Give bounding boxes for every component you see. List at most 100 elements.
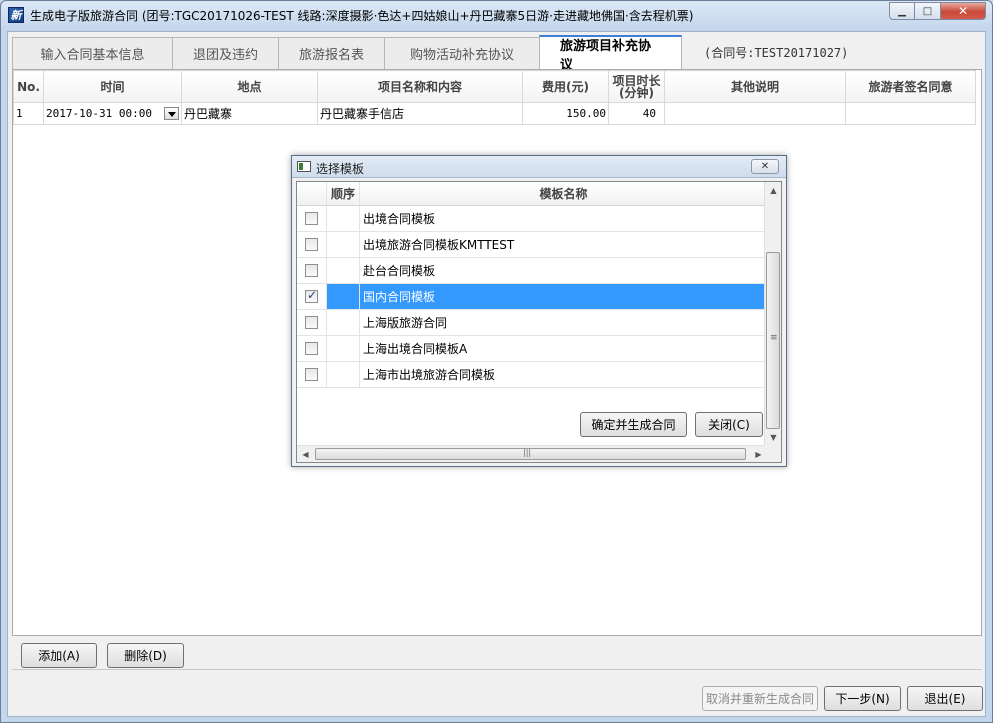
- vertical-scrollbar[interactable]: ▲ ▼: [764, 182, 781, 446]
- table-row[interactable]: 1 2017-10-31 00:00 丹巴藏寨 丹巴藏寨手信店 150.00 4…: [13, 102, 976, 125]
- list-item[interactable]: 上海出境合同模板A: [297, 336, 767, 362]
- dialog-close-btn[interactable]: 关闭(C): [695, 412, 763, 437]
- col-check[interactable]: [297, 182, 327, 205]
- check-cell[interactable]: [297, 284, 327, 309]
- template-name: 国内合同模板: [360, 284, 767, 309]
- cell-sign[interactable]: [844, 102, 976, 125]
- horizontal-scrollbar[interactable]: ◀ ▶: [297, 445, 767, 462]
- cell-time[interactable]: 2017-10-31 00:00: [43, 102, 182, 125]
- checkbox[interactable]: [305, 212, 318, 225]
- contract-number: (合同号:TEST20171027): [704, 46, 849, 60]
- minimize-button[interactable]: ▁: [889, 2, 915, 20]
- tab-basic-info[interactable]: 输入合同基本信息: [12, 37, 172, 70]
- order-cell: [327, 206, 360, 231]
- cell-notes[interactable]: [663, 102, 846, 125]
- col-time[interactable]: 时间: [43, 70, 182, 103]
- order-cell: [327, 310, 360, 335]
- divider: [12, 669, 982, 670]
- order-cell: [327, 258, 360, 283]
- time-value: 2017-10-31 00:00: [46, 106, 152, 120]
- tab-label: 退团及违约: [193, 48, 259, 63]
- next-button[interactable]: 下一步(N): [824, 686, 901, 711]
- scroll-corner: [764, 445, 781, 462]
- confirm-generate-button[interactable]: 确定并生成合同: [580, 412, 687, 437]
- template-header-row: 顺序 模板名称: [297, 182, 767, 206]
- dialog-window-icon: [297, 161, 311, 172]
- tab-registration[interactable]: 旅游报名表: [278, 37, 384, 70]
- list-item[interactable]: 国内合同模板: [297, 284, 767, 310]
- scroll-down-icon[interactable]: ▼: [765, 429, 782, 446]
- template-name: 赴台合同模板: [363, 264, 436, 278]
- list-item[interactable]: 出境合同模板: [297, 206, 767, 232]
- order-cell: [327, 284, 360, 309]
- check-cell[interactable]: [297, 232, 327, 257]
- close-icon: ✕: [957, 4, 969, 18]
- template-table: 顺序 模板名称 出境合同模板出境旅游合同模板KMTTEST 赴台合同模板国内合同模…: [297, 182, 767, 388]
- maximize-button[interactable]: □: [915, 2, 941, 20]
- tab-tour-item-agreement[interactable]: 旅游项目补充协议: [539, 35, 682, 73]
- maximize-icon: □: [922, 5, 933, 17]
- col-notes[interactable]: 其他说明: [663, 70, 846, 103]
- check-cell[interactable]: [297, 336, 327, 361]
- checkbox[interactable]: [305, 264, 318, 277]
- col-item[interactable]: 项目名称和内容: [316, 70, 523, 103]
- tab-shopping-agreement[interactable]: 购物活动补充协议: [384, 37, 539, 70]
- dialog-title: 选择模板: [316, 162, 365, 176]
- checkbox[interactable]: [305, 288, 318, 303]
- cell-no[interactable]: 1: [13, 102, 44, 125]
- template-name: 上海出境合同模板A: [363, 342, 468, 356]
- cancel-regenerate-button[interactable]: 取消并重新生成合同: [702, 686, 818, 711]
- template-name: 上海市出境旅游合同模板: [363, 368, 496, 382]
- dialog-title-bar[interactable]: 选择模板 ✕: [292, 156, 786, 178]
- cell-item[interactable]: 丹巴藏寨手信店: [316, 102, 523, 125]
- app-icon: 新: [8, 7, 24, 23]
- cell-place[interactable]: 丹巴藏寨: [180, 102, 318, 125]
- col-sign[interactable]: 旅游者签名同意: [844, 70, 976, 103]
- check-cell[interactable]: [297, 258, 327, 283]
- delete-button[interactable]: 删除(D): [107, 643, 184, 668]
- close-icon: ✕: [760, 161, 770, 172]
- col-duration[interactable]: 项目时长(分钟): [607, 70, 665, 103]
- scroll-thumb[interactable]: [766, 252, 780, 429]
- col-place[interactable]: 地点: [180, 70, 318, 103]
- col-no[interactable]: No.: [13, 70, 44, 103]
- tab-label: 输入合同基本信息: [40, 48, 145, 63]
- check-cell[interactable]: [297, 310, 327, 335]
- select-template-dialog: 选择模板 ✕ 顺序 模板名称 出境合同模板出境旅游合同模板KMTTEST 赴台合同…: [291, 155, 787, 467]
- tour-items-grid: No. 时间 地点 项目名称和内容 费用(元) 项目时长(分钟) 其他说明 旅游…: [13, 70, 976, 125]
- cell-fee[interactable]: 150.00: [521, 102, 609, 125]
- template-name: 出境合同模板: [363, 212, 436, 226]
- order-cell: [327, 362, 360, 387]
- window-title: 生成电子版旅游合同 (团号:TGC20171026-TEST 线路:深度摄影·色…: [30, 9, 694, 23]
- cell-duration[interactable]: 40: [607, 102, 665, 125]
- title-bar[interactable]: 新 生成电子版旅游合同 (团号:TGC20171026-TEST 线路:深度摄影…: [1, 1, 992, 29]
- close-button[interactable]: ✕: [941, 2, 986, 20]
- checkbox[interactable]: [305, 342, 318, 355]
- tab-label: 旅游项目补充协议: [560, 39, 652, 73]
- scroll-left-icon[interactable]: ◀: [297, 446, 314, 463]
- template-name: 上海版旅游合同: [363, 316, 448, 330]
- template-list: 顺序 模板名称 出境合同模板出境旅游合同模板KMTTEST 赴台合同模板国内合同模…: [296, 181, 782, 463]
- checkbox[interactable]: [305, 316, 318, 329]
- checkbox[interactable]: [305, 238, 318, 251]
- list-item[interactable]: 赴台合同模板: [297, 258, 767, 284]
- check-cell[interactable]: [297, 362, 327, 387]
- order-cell: [327, 232, 360, 257]
- scroll-up-icon[interactable]: ▲: [765, 182, 782, 199]
- list-item[interactable]: 上海版旅游合同: [297, 310, 767, 336]
- exit-button[interactable]: 退出(E): [907, 686, 983, 711]
- list-item[interactable]: 出境旅游合同模板KMTTEST: [297, 232, 767, 258]
- tab-cancellation[interactable]: 退团及违约: [172, 37, 278, 70]
- template-name: 出境旅游合同模板KMTTEST: [363, 238, 515, 252]
- list-item[interactable]: 上海市出境旅游合同模板: [297, 362, 767, 388]
- col-fee[interactable]: 费用(元): [521, 70, 609, 103]
- chevron-down-icon[interactable]: [163, 107, 179, 121]
- tab-label: 购物活动补充协议: [409, 48, 514, 63]
- checkbox[interactable]: [305, 368, 318, 381]
- hscroll-thumb[interactable]: [315, 448, 746, 460]
- dialog-close-button[interactable]: ✕: [751, 159, 779, 174]
- add-button[interactable]: 添加(A): [21, 643, 97, 668]
- col-template-name[interactable]: 模板名称: [360, 182, 767, 205]
- col-order[interactable]: 顺序: [327, 182, 360, 205]
- check-cell[interactable]: [297, 206, 327, 231]
